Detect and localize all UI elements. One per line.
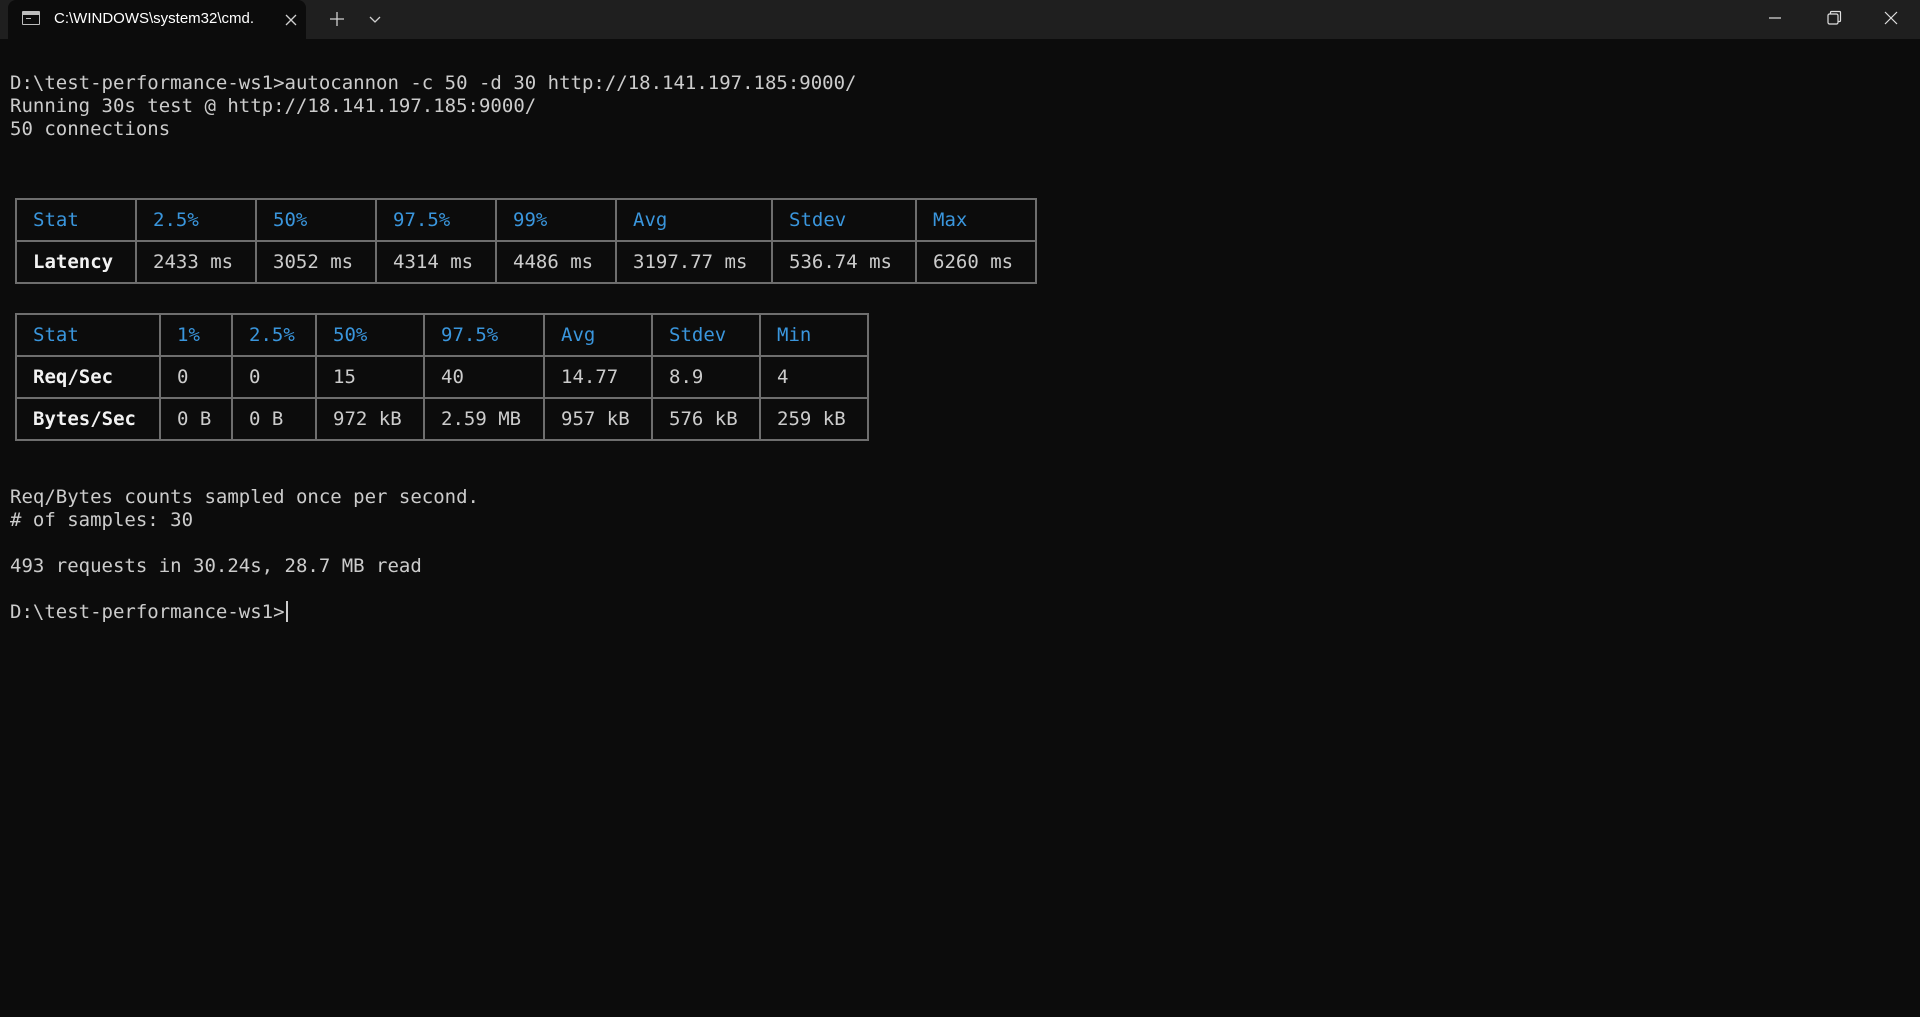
table-cell: 3197.77 ms <box>615 240 773 284</box>
header-cell: 99% <box>495 198 617 242</box>
close-window-button[interactable] <box>1868 0 1914 36</box>
table-cell: 6260 ms <box>915 240 1037 284</box>
table-cell: 4314 ms <box>375 240 497 284</box>
table-cell: 40 <box>423 355 545 399</box>
header-cell: Stat <box>15 198 137 242</box>
close-icon <box>1884 11 1898 25</box>
text-cursor <box>285 601 288 622</box>
table-cell: 972 kB <box>315 397 425 441</box>
table-cell: 536.74 ms <box>771 240 917 284</box>
command-line: D:\test-performance-ws1>autocannon -c 50… <box>10 72 857 94</box>
minimize-icon <box>1769 17 1781 19</box>
header-cell: 2.5% <box>231 313 317 357</box>
header-cell: Avg <box>543 313 653 357</box>
connections-line: 50 connections <box>10 118 171 140</box>
table-cell: 14.77 <box>543 355 653 399</box>
terminal-output[interactable]: D:\test-performance-ws1>autocannon -c 50… <box>0 39 1920 1017</box>
throughput-table: Stat 1% 2.5% 50% 97.5% Avg Stdev Min Req… <box>15 313 869 441</box>
prompt-line[interactable]: D:\test-performance-ws1> <box>10 601 288 624</box>
close-icon <box>285 14 297 26</box>
header-cell: 1% <box>159 313 233 357</box>
table-cell: 4486 ms <box>495 240 617 284</box>
table-cell: 0 B <box>231 397 317 441</box>
header-cell: 2.5% <box>135 198 257 242</box>
table-cell: 8.9 <box>651 355 761 399</box>
plus-icon <box>330 12 344 26</box>
table-cell: 3052 ms <box>255 240 377 284</box>
latency-header-row: Stat 2.5% 50% 97.5% 99% Avg Stdev Max <box>15 198 1037 242</box>
table-cell: 957 kB <box>543 397 653 441</box>
restore-icon <box>1827 10 1842 25</box>
table-cell: 15 <box>315 355 425 399</box>
terminal-icon <box>22 11 40 25</box>
header-cell: Max <box>915 198 1037 242</box>
table-cell: 0 <box>231 355 317 399</box>
throughput-header-row: Stat 1% 2.5% 50% 97.5% Avg Stdev Min <box>15 313 869 357</box>
header-cell: Avg <box>615 198 773 242</box>
tab-cmd[interactable]: C:\WINDOWS\system32\cmd. <box>8 0 306 39</box>
header-cell: Stdev <box>771 198 917 242</box>
header-cell: 97.5% <box>375 198 497 242</box>
maximize-button[interactable] <box>1810 0 1856 36</box>
table-cell: 0 B <box>159 397 233 441</box>
table-row: Bytes/Sec 0 B 0 B 972 kB 2.59 MB 957 kB … <box>15 397 869 441</box>
table-row: Req/Sec 0 0 15 40 14.77 8.9 4 <box>15 355 869 399</box>
title-bar: C:\WINDOWS\system32\cmd. <box>0 0 1920 39</box>
table-cell: 2433 ms <box>135 240 257 284</box>
table-cell: 2.59 MB <box>423 397 545 441</box>
tab-dropdown-button[interactable] <box>360 4 390 34</box>
header-cell: Stat <box>15 313 161 357</box>
table-cell: 576 kB <box>651 397 761 441</box>
header-cell: 50% <box>255 198 377 242</box>
new-tab-button[interactable] <box>322 4 352 34</box>
header-cell: Min <box>759 313 869 357</box>
chevron-down-icon <box>369 16 381 23</box>
table-cell: 4 <box>759 355 869 399</box>
tab-title: C:\WINDOWS\system32\cmd. <box>54 10 255 27</box>
running-line: Running 30s test @ http://18.141.197.185… <box>10 95 537 117</box>
latency-table: Stat 2.5% 50% 97.5% 99% Avg Stdev Max La… <box>15 198 1037 284</box>
table-cell: 259 kB <box>759 397 869 441</box>
header-cell: Stdev <box>651 313 761 357</box>
row-label: Bytes/Sec <box>15 397 161 441</box>
close-tab-button[interactable] <box>280 9 302 31</box>
table-cell: 0 <box>159 355 233 399</box>
summary-line: 493 requests in 30.24s, 28.7 MB read <box>10 555 422 577</box>
samples-line: # of samples: 30 <box>10 509 194 531</box>
header-cell: 50% <box>315 313 425 357</box>
row-label: Latency <box>15 240 137 284</box>
table-row: Latency 2433 ms 3052 ms 4314 ms 4486 ms … <box>15 240 1037 284</box>
header-cell: 97.5% <box>423 313 545 357</box>
prompt-text: D:\test-performance-ws1> <box>10 601 285 623</box>
sampled-line: Req/Bytes counts sampled once per second… <box>10 486 479 508</box>
minimize-button[interactable] <box>1752 0 1798 36</box>
row-label: Req/Sec <box>15 355 161 399</box>
